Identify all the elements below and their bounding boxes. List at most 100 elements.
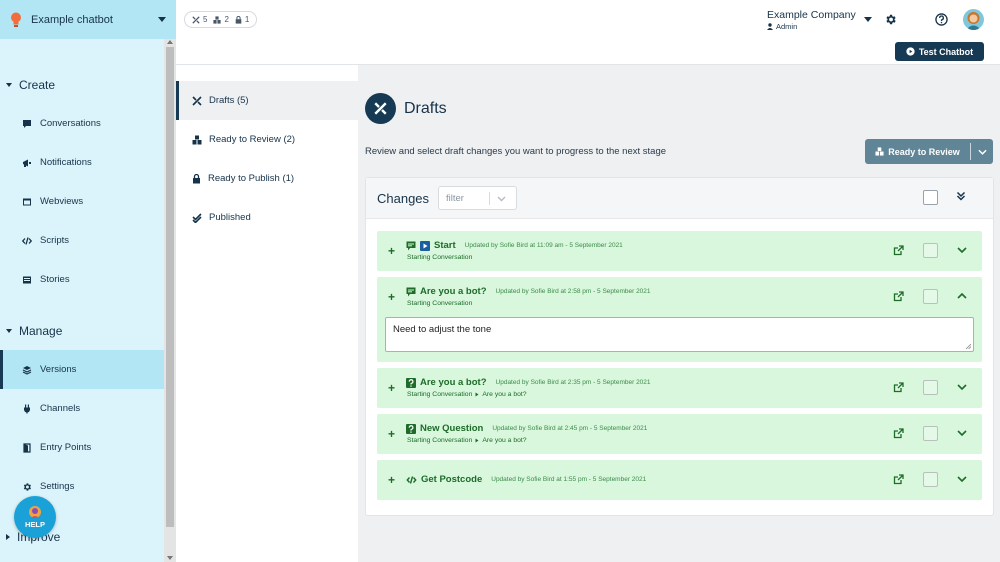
gear-icon[interactable] <box>884 13 897 26</box>
filter-placeholder: filter <box>446 192 464 204</box>
avatar-image <box>966 12 981 30</box>
scroll-up-icon[interactable] <box>167 40 173 44</box>
question-icon <box>406 377 416 388</box>
sidebar-scrollbar[interactable] <box>164 39 176 562</box>
plus-icon[interactable]: + <box>388 381 395 395</box>
resize-grip-icon[interactable] <box>965 343 971 349</box>
sidebar-item-conversations[interactable]: Conversations <box>0 104 164 143</box>
review-icon <box>213 15 222 24</box>
section-manage[interactable]: Manage <box>6 324 62 338</box>
change-item[interactable]: + Start Updated by Sofie Bird at 11:09 a… <box>377 231 982 271</box>
drafts-badge <box>365 93 396 124</box>
gear-icon <box>23 482 31 491</box>
external-link-icon[interactable] <box>893 474 904 485</box>
chat-icon <box>406 241 416 250</box>
external-link-icon[interactable] <box>893 291 904 302</box>
change-checkbox[interactable] <box>923 426 938 441</box>
change-item[interactable]: + Are you a bot? Updated by Sofie Bird a… <box>377 368 982 408</box>
sidebar-item-webviews[interactable]: Webviews <box>0 182 164 221</box>
sub-toolbar: Test Chatbot <box>176 39 1000 65</box>
sidebar-item-notifications[interactable]: Notifications <box>0 143 164 182</box>
help-label: HELP <box>24 520 45 529</box>
double-chevron-down-icon[interactable] <box>956 191 966 201</box>
tab-label: Ready to Review (2) <box>209 134 296 145</box>
help-circle-icon[interactable] <box>935 13 948 26</box>
sidebar-item-label: Conversations <box>40 118 101 129</box>
plus-icon[interactable]: + <box>388 473 395 487</box>
sidebar-item-stories[interactable]: Stories <box>0 260 164 299</box>
test-chatbot-button[interactable]: Test Chatbot <box>895 42 984 61</box>
plus-icon[interactable]: + <box>388 244 395 258</box>
plus-icon[interactable]: + <box>388 427 395 441</box>
tab-ready-to-publish[interactable]: Ready to Publish (1) <box>176 159 358 198</box>
change-item-expanded[interactable]: + Are you a bot? Updated by Sofie Bird a… <box>377 277 982 362</box>
tab-label: Published <box>209 212 251 223</box>
megaphone-icon <box>23 159 31 167</box>
sidebar-item-scripts[interactable]: Scripts <box>0 221 164 260</box>
drafts-icon <box>374 102 387 115</box>
lock-icon <box>235 15 242 24</box>
sidebar-item-label: Settings <box>40 481 75 492</box>
filter-select[interactable]: filter <box>438 186 517 210</box>
chevron-up-icon[interactable] <box>957 292 967 299</box>
ready-to-review-button[interactable]: Ready to Review <box>865 139 993 164</box>
drafts-icon <box>192 95 202 106</box>
chevron-down-icon[interactable] <box>957 430 967 437</box>
video-icon <box>420 240 430 251</box>
change-path: Starting Conversation <box>407 391 473 398</box>
tab-published[interactable]: Published <box>176 198 358 237</box>
tab-label: Drafts (5) <box>209 95 249 106</box>
chevron-down-icon[interactable] <box>957 247 967 254</box>
change-checkbox[interactable] <box>923 472 938 487</box>
sidebar-item-versions[interactable]: Versions <box>0 350 164 389</box>
account-menu[interactable]: Example Company Admin <box>767 9 856 31</box>
change-meta: Updated by Sofie Bird at 1:55 pm - 5 Sep… <box>491 476 647 483</box>
change-checkbox[interactable] <box>923 380 938 395</box>
help-avatar-icon <box>29 506 41 518</box>
stage-counts[interactable]: 5 2 1 <box>184 11 258 28</box>
stage-nav: Drafts (5) Ready to Review (2) Ready to … <box>176 65 358 562</box>
section-create-label: Create <box>19 78 56 92</box>
chevron-down-icon[interactable] <box>957 476 967 483</box>
scrollbar-thumb[interactable] <box>166 47 174 527</box>
external-link-icon[interactable] <box>893 428 904 439</box>
sidebar-item-label: Webviews <box>40 196 84 207</box>
change-path-leaf: Are you a bot? <box>482 437 527 444</box>
plus-icon[interactable]: + <box>388 290 395 304</box>
avatar[interactable] <box>963 9 984 30</box>
caret-right-icon <box>6 534 10 540</box>
change-path: Starting Conversation <box>407 254 473 261</box>
sidebar-item-entry-points[interactable]: Entry Points <box>0 428 164 467</box>
chat-icon <box>406 287 416 296</box>
drafts-count: 5 <box>203 15 208 24</box>
tab-ready-to-review[interactable]: Ready to Review (2) <box>176 120 358 159</box>
change-checkbox[interactable] <box>923 289 938 304</box>
scroll-down-icon[interactable] <box>167 556 173 560</box>
top-bar: 5 2 1 Example Company Admin <box>176 0 1000 39</box>
ready-to-review-dropdown[interactable] <box>971 149 993 155</box>
chevron-down-icon[interactable] <box>957 384 967 391</box>
tab-drafts[interactable]: Drafts (5) <box>176 81 358 120</box>
external-link-icon[interactable] <box>893 382 904 393</box>
company-name: Example Company <box>767 9 856 21</box>
sidebar-item-channels[interactable]: Channels <box>0 389 164 428</box>
drafts-icon <box>192 15 200 24</box>
change-note-field[interactable]: Need to adjust the tone <box>385 317 974 352</box>
help-button[interactable]: HELP <box>14 496 56 538</box>
change-path: Starting Conversation <box>407 300 473 307</box>
chatbot-selector[interactable]: Example chatbot <box>0 0 176 39</box>
change-meta: Updated by Sofie Bird at 11:09 am - 5 Se… <box>464 242 623 249</box>
account-chevron-down-icon[interactable] <box>864 17 872 22</box>
sidebar-item-label: Stories <box>40 274 70 285</box>
page-subtitle: Review and select draft changes you want… <box>365 146 667 157</box>
external-link-icon[interactable] <box>893 245 904 256</box>
change-item[interactable]: + New Question Updated by Sofie Bird at … <box>377 414 982 454</box>
select-all-checkbox[interactable] <box>923 190 938 205</box>
change-item[interactable]: + Get Postcode Updated by Sofie Bird at … <box>377 460 982 500</box>
changes-header: Changes filter <box>366 178 993 219</box>
chat-icon <box>23 119 31 128</box>
section-create[interactable]: Create <box>6 78 55 92</box>
change-checkbox[interactable] <box>923 243 938 258</box>
test-chatbot-label: Test Chatbot <box>918 46 974 57</box>
user-role: Admin <box>776 22 798 31</box>
